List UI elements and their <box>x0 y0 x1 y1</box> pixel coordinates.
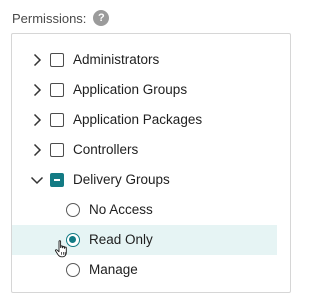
radio-option-read-only[interactable]: Read Only <box>12 225 277 255</box>
tree-node-label: Application Groups <box>73 82 188 97</box>
tree-node-application-groups[interactable]: Application Groups <box>12 75 277 105</box>
radio-button-no-access[interactable] <box>66 203 80 217</box>
tree-node-label: Application Packages <box>73 112 203 127</box>
help-icon[interactable]: ? <box>93 10 110 26</box>
chevron-right-icon[interactable] <box>30 83 44 97</box>
radio-button-manage[interactable] <box>66 263 80 277</box>
permissions-tree: Administrators Application Groups Applic… <box>11 33 291 293</box>
chevron-down-icon[interactable] <box>30 173 44 187</box>
permissions-header: Permissions: ? <box>12 8 110 28</box>
radio-label: Manage <box>89 262 138 277</box>
radio-option-no-access[interactable]: No Access <box>12 195 277 225</box>
chevron-right-icon[interactable] <box>30 113 44 127</box>
tree-node-controllers[interactable]: Controllers <box>12 135 277 165</box>
tree-node-administrators[interactable]: Administrators <box>12 45 277 75</box>
checkbox-administrators[interactable] <box>50 53 64 67</box>
tree-node-label: Controllers <box>73 142 139 157</box>
checkbox-application-packages[interactable] <box>50 113 64 127</box>
tree-node-label: Administrators <box>73 52 160 67</box>
checkbox-application-groups[interactable] <box>50 83 64 97</box>
chevron-right-icon[interactable] <box>30 143 44 157</box>
checkbox-delivery-groups[interactable] <box>50 173 64 187</box>
tree-node-delivery-groups[interactable]: Delivery Groups <box>12 165 277 195</box>
permissions-label: Permissions: <box>12 10 87 26</box>
tree-node-label: Delivery Groups <box>73 172 170 187</box>
checkbox-controllers[interactable] <box>50 143 64 157</box>
tree-node-application-packages[interactable]: Application Packages <box>12 105 277 135</box>
radio-label: No Access <box>89 202 153 217</box>
chevron-right-icon[interactable] <box>30 53 44 67</box>
radio-label: Read Only <box>89 232 153 247</box>
radio-option-manage[interactable]: Manage <box>12 255 277 285</box>
radio-button-read-only[interactable] <box>66 233 80 247</box>
